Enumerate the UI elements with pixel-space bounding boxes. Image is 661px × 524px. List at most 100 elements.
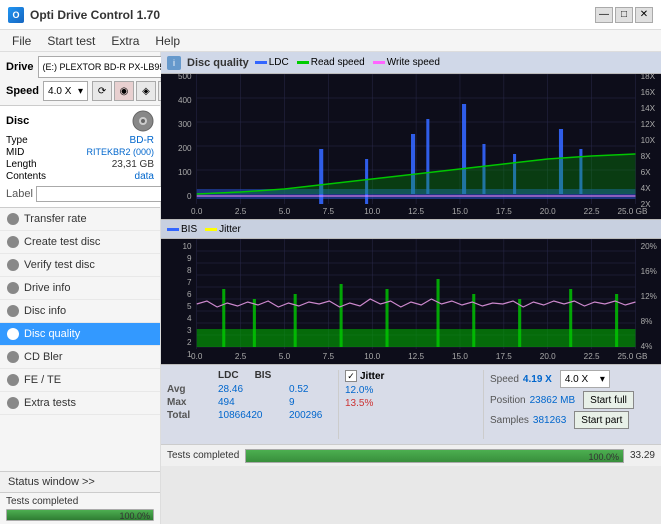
samples-label: Samples [490, 415, 529, 426]
stats-max-label: Max [167, 397, 202, 408]
svg-text:16%: 16% [641, 267, 657, 276]
svg-text:16X: 16X [641, 88, 656, 97]
create-test-disc-icon [6, 235, 20, 249]
svg-text:8X: 8X [641, 152, 652, 161]
speed-select-combo[interactable]: 4.0 X ▾ [560, 370, 610, 388]
jitter-avg-val: 12.0% [345, 385, 477, 396]
bottom-chart-svg: 10 9 8 7 6 5 4 3 2 1 20% 16% 12% 8% 4% 0… [161, 239, 661, 364]
start-part-button[interactable]: Start part [574, 411, 629, 429]
title-bar-left: O Opti Drive Control 1.70 [8, 7, 160, 23]
disc-label-text: Label [6, 188, 33, 200]
app-icon: O [8, 7, 24, 23]
samples-value: 381263 [533, 415, 566, 426]
disc-mid-value: RITEKBR2 (000) [86, 147, 154, 158]
sidebar-item-label: Drive info [24, 282, 70, 294]
sidebar-item-cd-bler[interactable]: CD Bler [0, 346, 160, 369]
sidebar-item-transfer-rate[interactable]: Transfer rate [0, 208, 160, 231]
sidebar-item-drive-info[interactable]: Drive info [0, 277, 160, 300]
maximize-button[interactable]: □ [615, 7, 633, 23]
disc-type-value: BD-R [130, 135, 154, 146]
svg-text:8%: 8% [641, 317, 653, 326]
read-speed-label: Read speed [311, 57, 365, 68]
jitter-label: Jitter [219, 224, 241, 235]
svg-text:25.0 GB: 25.0 GB [617, 352, 647, 361]
sidebar-item-disc-quality[interactable]: Disc quality [0, 323, 160, 346]
menu-start-test[interactable]: Start test [39, 32, 103, 50]
position-row: Position 23862 MB Start full [490, 391, 655, 409]
status-section: Status window >> Tests completed 100.0% [0, 471, 160, 524]
disc-label-input[interactable] [36, 186, 170, 202]
extra-tests-icon [6, 396, 20, 410]
status-window-button[interactable]: Status window >> [0, 472, 160, 493]
speed-combo[interactable]: 4.0 X ▾ [43, 81, 88, 101]
svg-text:3: 3 [187, 326, 192, 335]
stats-ldc-header: LDC [218, 370, 239, 381]
content-area: i Disc quality LDC Read speed Write spee… [161, 52, 661, 524]
disc-info-icon [6, 304, 20, 318]
main-layout: Drive (E:) PLEXTOR BD-R PX-LB950SA 1.04 … [0, 52, 661, 524]
speed-btn-2[interactable]: ◉ [114, 81, 134, 101]
stats-spacer [167, 370, 202, 381]
speed-value: 4.0 X [48, 86, 71, 97]
speed-combo-arrow: ▾ [600, 374, 605, 385]
sidebar-item-extra-tests[interactable]: Extra tests [0, 392, 160, 415]
transfer-rate-icon [6, 212, 20, 226]
svg-text:0: 0 [187, 192, 192, 201]
sidebar-item-verify-test-disc[interactable]: Verify test disc [0, 254, 160, 277]
svg-text:22.5: 22.5 [584, 207, 600, 216]
speed-btn-3[interactable]: ◈ [136, 81, 156, 101]
stats-max-bis: 9 [289, 397, 295, 408]
bottom-right-value: 33.29 [630, 450, 655, 461]
legend-jitter: Jitter [205, 224, 241, 235]
chart-legend: LDC Read speed Write speed [255, 57, 440, 68]
start-full-button[interactable]: Start full [583, 391, 634, 409]
chart-header: i Disc quality LDC Read speed Write spee… [161, 52, 661, 74]
stats-bis-header: BIS [255, 370, 272, 381]
samples-row: Samples 381263 Start part [490, 411, 655, 429]
stats-avg-ldc: 28.46 [218, 384, 273, 395]
write-speed-color [373, 61, 385, 64]
stats-avg-label: Avg [167, 384, 202, 395]
speed-label-stat: Speed [490, 374, 519, 385]
stats-avg-row: Avg 28.46 0.52 [167, 384, 332, 395]
menu-extra[interactable]: Extra [103, 32, 147, 50]
svg-text:500: 500 [178, 74, 192, 81]
window-controls: — □ ✕ [595, 7, 653, 23]
svg-text:100: 100 [178, 168, 192, 177]
stats-max-ldc: 494 [218, 397, 273, 408]
bottom-progress-bar: 100.0% [245, 449, 624, 463]
progress-bar: 100.0% [6, 509, 154, 521]
drive-section: Drive (E:) PLEXTOR BD-R PX-LB950SA 1.04 … [0, 52, 160, 106]
speed-btn-1[interactable]: ⟳ [92, 81, 112, 101]
bis-color [167, 228, 179, 231]
svg-text:12%: 12% [641, 292, 657, 301]
disc-length-label: Length [6, 159, 37, 170]
svg-text:7.5: 7.5 [323, 352, 335, 361]
jitter-color [205, 228, 217, 231]
jitter-header-row: ✓ Jitter [345, 370, 477, 382]
close-button[interactable]: ✕ [635, 7, 653, 23]
svg-text:6X: 6X [641, 168, 652, 177]
jitter-checkbox[interactable]: ✓ [345, 370, 357, 382]
progress-percent: 100.0% [119, 510, 150, 521]
sidebar-item-create-test-disc[interactable]: Create test disc [0, 231, 160, 254]
minimize-button[interactable]: — [595, 7, 613, 23]
sidebar-item-fe-te[interactable]: FE / TE [0, 369, 160, 392]
menu-help[interactable]: Help [147, 32, 188, 50]
svg-text:2: 2 [187, 338, 192, 347]
title-bar: O Opti Drive Control 1.70 — □ ✕ [0, 0, 661, 30]
position-value: 23862 MB [530, 395, 576, 406]
svg-text:17.5: 17.5 [496, 207, 512, 216]
disc-type-label: Type [6, 135, 28, 146]
disc-info-panel: Disc Type BD-R MID RITEKBR2 (000) Lengt [0, 106, 160, 208]
disc-icon [132, 110, 154, 132]
jitter-max-val: 13.5% [345, 398, 477, 409]
sidebar-item-label: Create test disc [24, 236, 100, 248]
sidebar-item-disc-info[interactable]: Disc info [0, 300, 160, 323]
sidebar-item-label: FE / TE [24, 374, 61, 386]
nav-menu: Transfer rate Create test disc Verify te… [0, 208, 160, 471]
svg-text:5.0: 5.0 [279, 207, 291, 216]
menu-file[interactable]: File [4, 32, 39, 50]
svg-text:4: 4 [187, 314, 192, 323]
bottom-progress-fill [246, 450, 623, 462]
